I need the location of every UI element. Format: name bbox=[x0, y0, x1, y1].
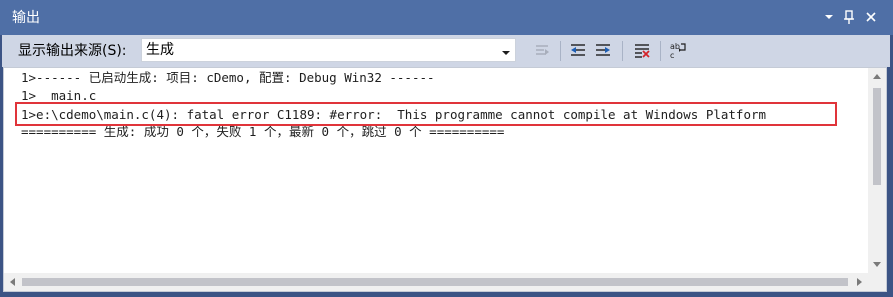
scroll-down-icon[interactable] bbox=[868, 255, 886, 273]
vertical-scrollbar[interactable] bbox=[868, 68, 886, 273]
pin-icon[interactable] bbox=[840, 8, 858, 26]
close-icon[interactable] bbox=[862, 8, 880, 26]
title-bar[interactable]: 输出 bbox=[0, 0, 893, 35]
scroll-left-icon[interactable] bbox=[4, 273, 22, 291]
go-to-next-message-icon[interactable] bbox=[593, 40, 613, 60]
scrollbar-corner bbox=[868, 273, 886, 291]
source-dropdown-value: 生成 bbox=[146, 42, 174, 58]
error-highlight-box bbox=[15, 102, 837, 126]
window-title: 输出 bbox=[12, 10, 40, 26]
toolbar-separator bbox=[560, 41, 561, 61]
source-label: 显示输出来源(S): bbox=[18, 43, 127, 59]
output-toolbar: 显示输出来源(S): 生成 ab c bbox=[2, 35, 890, 67]
find-message-icon[interactable] bbox=[532, 40, 552, 60]
svg-text:ab: ab bbox=[670, 42, 680, 51]
toolbar-separator bbox=[622, 41, 623, 61]
vertical-scroll-thumb[interactable] bbox=[873, 88, 881, 185]
horizontal-scrollbar[interactable] bbox=[4, 273, 868, 291]
scroll-right-icon[interactable] bbox=[850, 273, 868, 291]
output-window: 输出 显示输出来源(S): 生成 ab c 1>------ 已启动生成: 项目… bbox=[0, 0, 893, 297]
clear-all-icon[interactable] bbox=[632, 40, 652, 60]
scroll-up-icon[interactable] bbox=[868, 68, 886, 86]
chevron-down-icon[interactable] bbox=[500, 44, 512, 56]
svg-text:c: c bbox=[670, 51, 674, 60]
go-to-previous-message-icon[interactable] bbox=[568, 40, 588, 60]
output-text-area[interactable]: 1>------ 已启动生成: 项目: cDemo, 配置: Debug Win… bbox=[3, 67, 887, 292]
chevron-down-icon[interactable] bbox=[820, 8, 838, 26]
source-dropdown[interactable]: 生成 bbox=[141, 38, 516, 62]
horizontal-scroll-thumb[interactable] bbox=[22, 278, 848, 286]
toggle-word-wrap-icon[interactable]: ab c bbox=[668, 40, 688, 60]
output-line: 1>------ 已启动生成: 项目: cDemo, 配置: Debug Win… bbox=[21, 70, 435, 85]
toolbar-separator bbox=[660, 41, 661, 61]
